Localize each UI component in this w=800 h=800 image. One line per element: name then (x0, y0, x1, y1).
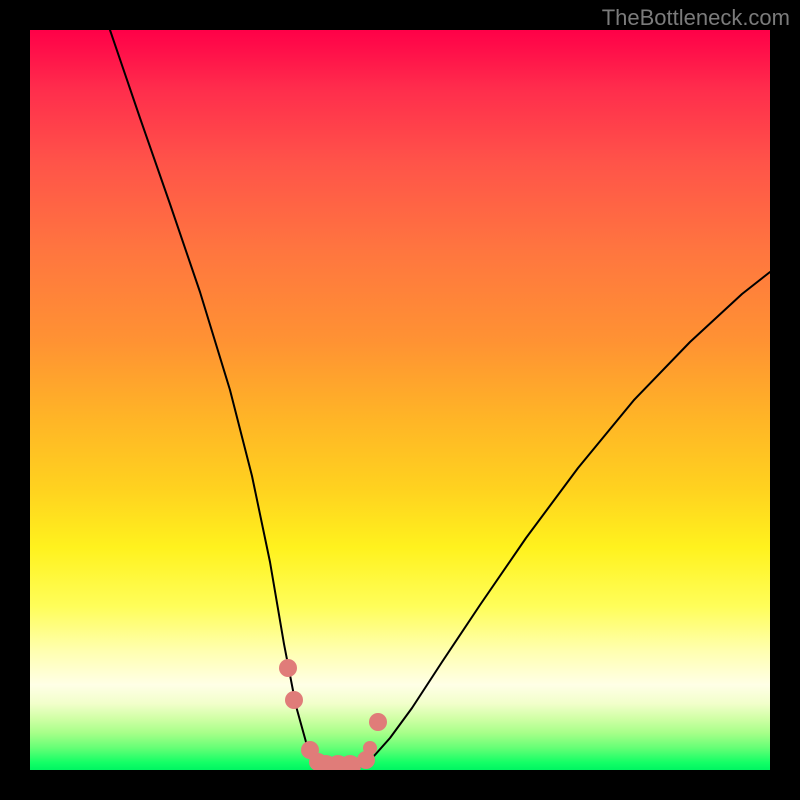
left-markers-dot (285, 691, 303, 709)
left-markers-dot (279, 659, 297, 677)
right-markers-dot (363, 741, 377, 755)
marker-layer (30, 30, 770, 770)
watermark-text: TheBottleneck.com (602, 5, 790, 31)
right-markers-dot (369, 713, 387, 731)
marker-dots (279, 659, 387, 770)
chart-container: TheBottleneck.com (0, 0, 800, 800)
